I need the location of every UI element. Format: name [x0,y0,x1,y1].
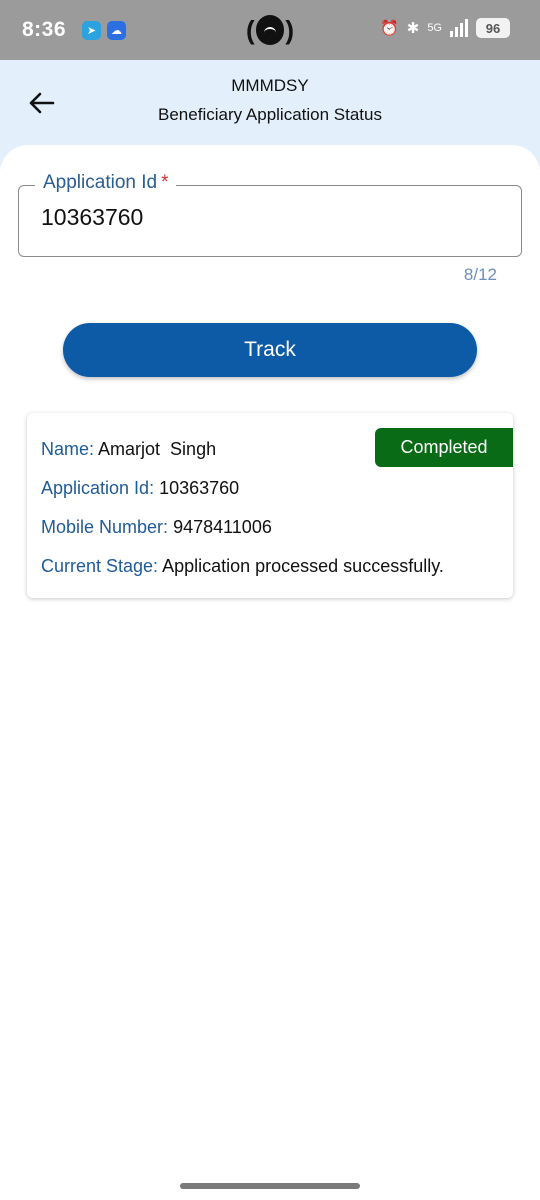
network-type: 5G [427,22,442,34]
application-id-label: Application Id * [35,172,177,194]
mobile-key: Mobile Number: [41,517,169,537]
status-icons: ⏰ ✱ 5G 96 [380,18,510,38]
main-panel: Application Id* 8/12 Track Completed Nam… [0,145,540,1200]
status-badge: Completed [375,428,513,467]
hotspot-indicator-icon: () [246,14,294,45]
signal-icon [450,19,468,37]
application-id-input[interactable] [41,204,501,231]
character-counter: 8/12 [463,265,497,284]
battery-icon: 96 [476,18,510,38]
application-id-value: 10363760 [159,478,240,498]
header-subtitle: Beneficiary Application Status [158,105,382,124]
status-bar: 8:36 ➤ ☁ () ⏰ ✱ 5G 96 [0,0,540,60]
cloud-app-icon: ☁ [107,20,126,40]
application-id-field[interactable]: Application Id * [18,172,522,257]
result-row-application-id: Application Id: 10363760 [41,478,239,499]
result-card: Completed Name: Amarjot Singh Applicatio… [27,413,513,598]
result-row-stage: Current Stage: Application processed suc… [41,556,444,577]
stage-value: Application processed successfully. [162,556,444,576]
required-mark: * [161,172,169,193]
stage-key: Current Stage: [41,556,159,576]
name-value: Amarjot Singh [98,439,217,459]
name-key: Name: [41,439,95,459]
bluetooth-icon: ✱ [406,20,420,37]
status-time: 8:36 [22,18,67,41]
mobile-value: 9478411006 [173,517,272,537]
alarm-icon: ⏰ [380,20,399,37]
track-button[interactable]: Track [63,323,477,377]
header-title: MMMDSY [231,76,309,95]
result-row-name: Name: Amarjot Singh [41,439,216,460]
application-id-label-text: Application Id [43,172,158,193]
application-id-key: Application Id: [41,478,155,498]
home-indicator[interactable] [180,1183,360,1189]
telegram-icon: ➤ [82,20,101,40]
result-row-mobile: Mobile Number: 9478411006 [41,517,272,538]
